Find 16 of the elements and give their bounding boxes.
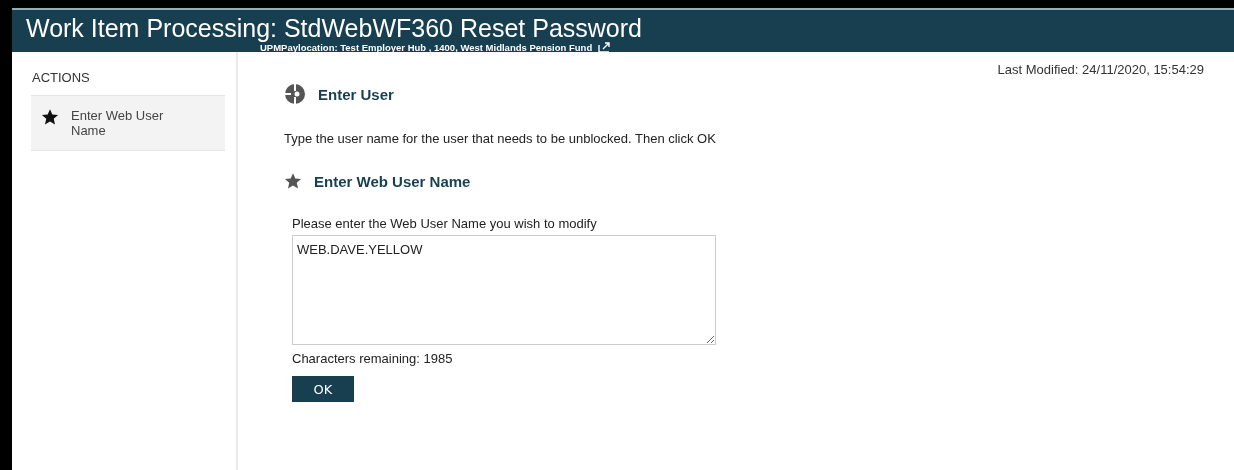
characters-remaining: Characters remaining: 1985 [292, 351, 454, 366]
external-link-icon[interactable] [598, 42, 611, 53]
section-title: Enter User [318, 85, 394, 103]
pie-icon [284, 83, 306, 105]
sidebar-heading: ACTIONS [32, 70, 91, 85]
field-label: Please enter the Web User Name you wish to modify [292, 216, 598, 231]
action-title: Enter Web User Name [314, 172, 471, 190]
star-icon [284, 172, 302, 190]
ok-button[interactable]: OK [292, 376, 354, 402]
last-modified: Last Modified: 24/11/2020, 15:54:29 [997, 62, 1204, 77]
subtitle: UPMPaylocation: Test Employer Hub , 1400, West Midlands Pension Fund [260, 42, 593, 53]
page-title: Work Item Processing: StdWebWF360 Reset Password [26, 14, 643, 42]
instruction-text: Type the user name for the user that needs to be unblocked. Then click OK [284, 131, 717, 146]
sidebar-item[interactable]: Enter Web User Name [31, 95, 225, 151]
input-field[interactable]: WEB.DAVE.YELLOW [292, 235, 716, 345]
star-icon [41, 108, 59, 126]
